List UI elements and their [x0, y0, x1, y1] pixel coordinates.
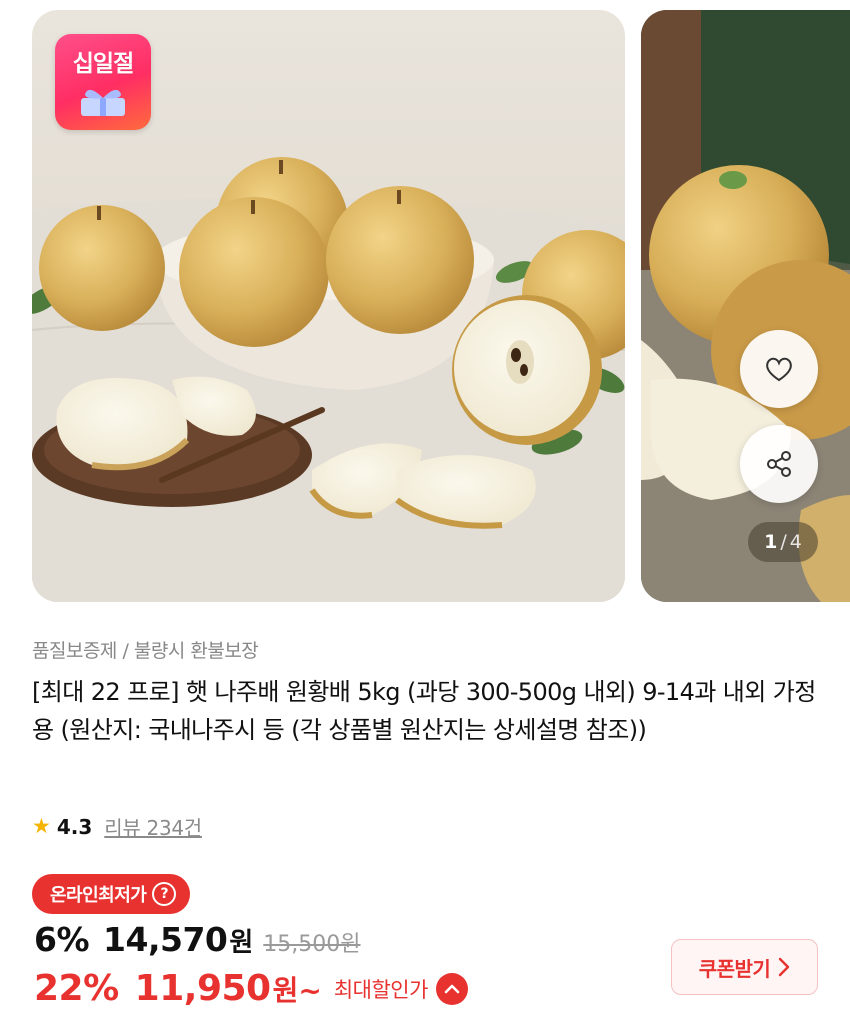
get-coupon-button[interactable]: 쿠폰받기: [671, 939, 818, 995]
product-image-2[interactable]: [641, 10, 850, 602]
max-discount-currency: 원~: [272, 973, 322, 1007]
coupon-button-label: 쿠폰받기: [698, 956, 771, 981]
page-separator: /: [780, 531, 787, 553]
event-badge-label: 십일절: [72, 51, 134, 77]
chevron-right-icon: [779, 957, 790, 977]
max-discount-rate: 22%: [34, 968, 119, 1009]
online-lowest-price-badge[interactable]: 온라인최저가 ?: [32, 874, 191, 914]
gift-icon: [81, 89, 125, 116]
quality-guarantee-note: 품질보증제 / 불량시 환불보장: [32, 640, 259, 662]
max-discount-price: 11,950: [134, 968, 271, 1009]
max-discount-label: 최대할인가: [333, 977, 429, 1002]
event-badge: 십일절: [55, 34, 151, 130]
carousel-page-indicator: 1 / 4: [748, 522, 818, 562]
sale-price: 14,570: [103, 920, 228, 959]
expand-discount-button[interactable]: [435, 972, 468, 1005]
review-count-link[interactable]: 리뷰 234건: [104, 812, 202, 841]
max-discount-price-row: 22% 11,950 원~ 최대할인가: [34, 968, 468, 1009]
heart-icon: [766, 357, 792, 382]
star-icon: ★: [32, 814, 51, 838]
product-image-carousel[interactable]: 십일절 1 / 4: [0, 0, 850, 620]
product-info: 품질보증제 / 불량시 환불보장 [최대 22 프로] 햇 나주배 원황배 5k…: [32, 636, 832, 749]
rating-row: ★ 4.3 리뷰 234건: [32, 812, 202, 841]
share-button[interactable]: [740, 425, 818, 503]
sale-price-row: 6% 14,570 원 15,500원: [34, 920, 361, 959]
discount-rate: 6%: [34, 920, 90, 959]
question-icon[interactable]: ?: [152, 882, 177, 906]
original-price: 15,500원: [263, 932, 361, 957]
wishlist-button[interactable]: [740, 330, 818, 408]
currency-unit: 원: [229, 928, 254, 958]
product-title: [최대 22 프로] 햇 나주배 원황배 5kg (과당 300-500g 내외…: [32, 678, 816, 744]
share-icon: [767, 451, 791, 477]
page-total: 4: [789, 531, 802, 553]
lowest-price-label: 온라인최저가: [50, 885, 147, 906]
rating-score: 4.3: [56, 814, 93, 839]
page-current: 1: [764, 531, 778, 553]
chevron-up-icon: [444, 984, 460, 993]
